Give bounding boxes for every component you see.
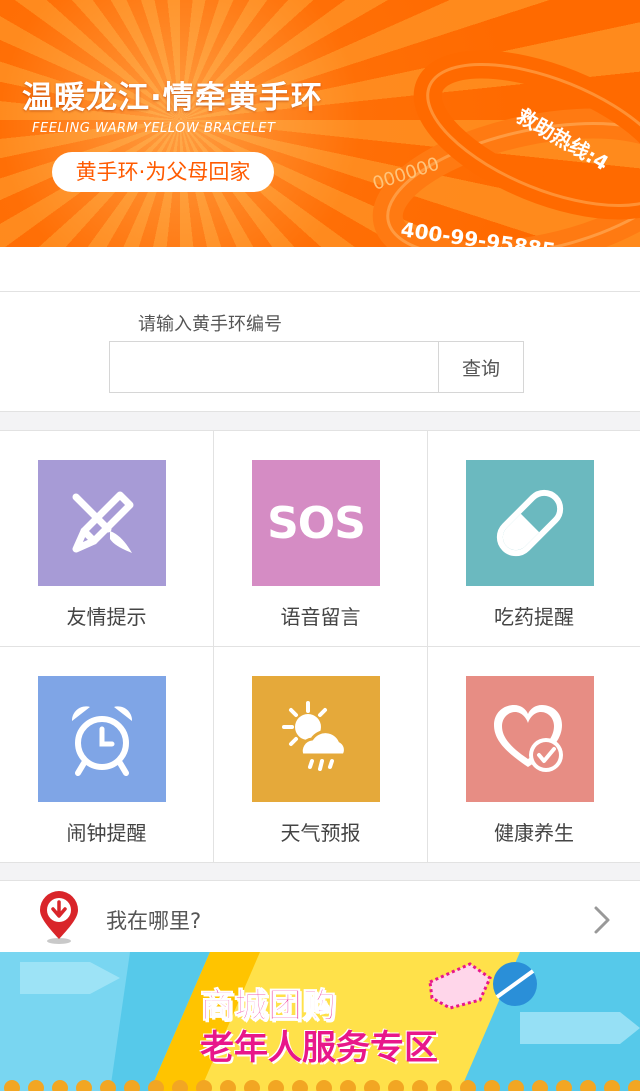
pencil-brush-icon xyxy=(38,460,166,586)
feature-voice-message[interactable]: SOS 语音留言 xyxy=(214,431,428,647)
section-divider xyxy=(0,412,640,430)
top-banner[interactable]: 温暖龙江·情牵黄手环 FEELING WARM YELLOW BRACELET … xyxy=(0,0,640,247)
bracelet-image: 救助热线:4 400-99-95885 000000 xyxy=(370,50,640,247)
mall-group-buy-banner[interactable]: 商城团购 老年人服务专区 xyxy=(0,952,640,1091)
feature-friendly-tips[interactable]: 友情提示 xyxy=(0,431,214,647)
bracelet-number-input[interactable] xyxy=(109,341,439,393)
sos-icon: SOS xyxy=(252,460,380,586)
bracelet-text-number: 400-99-95885 xyxy=(399,217,557,247)
feature-medicine-reminder[interactable]: 吃药提醒 xyxy=(428,431,640,647)
banner-slogan: 黄手环·为父母回家 xyxy=(52,152,274,192)
feature-label: 闹钟提醒 xyxy=(66,821,147,845)
feature-label: 友情提示 xyxy=(66,605,147,629)
chevron-right-icon xyxy=(594,906,610,934)
alarm-clock-icon xyxy=(38,676,166,802)
feature-label: 天气预报 xyxy=(280,821,361,845)
where-am-i-row[interactable]: 我在哪里? xyxy=(0,880,640,952)
banner-subtitle: FEELING WARM YELLOW BRACELET xyxy=(32,121,276,136)
feature-label: 语音留言 xyxy=(280,605,361,629)
page: 温暖龙江·情牵黄手环 FEELING WARM YELLOW BRACELET … xyxy=(0,0,640,1091)
location-pin-icon xyxy=(40,891,78,944)
where-am-i-label: 我在哪里? xyxy=(106,909,202,933)
feature-label: 吃药提醒 xyxy=(494,605,574,629)
heart-check-icon xyxy=(466,676,594,802)
search-label: 请输入黄手环编号 xyxy=(138,314,282,335)
query-button[interactable]: 查询 xyxy=(438,341,524,393)
feature-alarm-reminder[interactable]: 闹钟提醒 xyxy=(0,647,214,863)
feature-label: 健康养生 xyxy=(494,821,574,845)
banner-title: 温暖龙江·情牵黄手环 xyxy=(22,80,323,116)
pill-icon xyxy=(466,460,594,586)
section-divider xyxy=(0,863,640,880)
feature-weather[interactable]: 天气预报 xyxy=(214,647,428,863)
promo-title-line2: 老年人服务专区 xyxy=(200,1028,438,1068)
feature-grid: 友情提示 SOS 语音留言 吃药提醒 闹钟提醒 天气预报 健康养生 xyxy=(0,430,640,863)
feature-health[interactable]: 健康养生 xyxy=(428,647,640,863)
weather-icon xyxy=(252,676,380,802)
search-section: 请输入黄手环编号 查询 xyxy=(0,291,640,412)
sos-text: SOS xyxy=(267,497,366,549)
